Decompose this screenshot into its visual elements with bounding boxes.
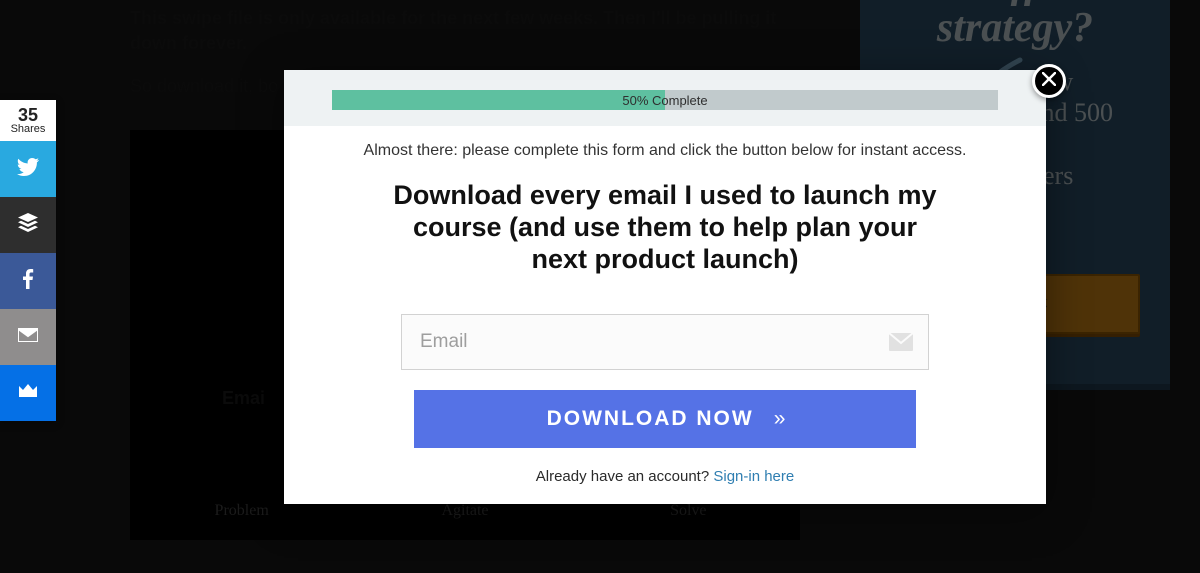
share-sumo-button[interactable] <box>0 365 56 421</box>
modal-instruction: Almost there: please complete this form … <box>342 142 988 160</box>
share-twitter-button[interactable] <box>0 141 56 197</box>
share-email-button[interactable] <box>0 309 56 365</box>
share-count-number: 35 <box>0 106 56 124</box>
share-bar: 35 Shares <box>0 100 56 421</box>
facebook-icon <box>16 267 40 296</box>
progress-track: 50% Complete <box>332 90 998 110</box>
modal-headline: Download every email I used to launch my… <box>385 180 945 276</box>
mail-icon <box>16 323 40 352</box>
download-button-label: DOWNLOAD NOW <box>547 407 754 431</box>
signin-row: Already have an account? Sign-in here <box>342 468 988 485</box>
progress-bar: 50% Complete <box>284 70 1046 126</box>
crown-icon <box>16 379 40 408</box>
progress-label: 50% Complete <box>332 90 998 110</box>
signin-link[interactable]: Sign-in here <box>713 468 794 485</box>
signin-prompt: Already have an account? <box>536 468 714 485</box>
download-button[interactable]: DOWNLOAD NOW » <box>414 390 916 448</box>
download-modal: 50% Complete Almost there: please comple… <box>284 70 1046 504</box>
share-buffer-button[interactable] <box>0 197 56 253</box>
envelope-icon <box>889 333 913 351</box>
share-count-label: Shares <box>0 124 56 135</box>
email-input[interactable] <box>401 314 929 370</box>
close-icon <box>1042 72 1056 91</box>
share-facebook-button[interactable] <box>0 253 56 309</box>
twitter-icon <box>16 155 40 184</box>
email-field-wrap <box>401 314 929 370</box>
chevron-right-icon: » <box>774 407 784 431</box>
buffer-icon <box>16 211 40 240</box>
close-button[interactable] <box>1032 64 1066 98</box>
share-count: 35 Shares <box>0 100 56 141</box>
